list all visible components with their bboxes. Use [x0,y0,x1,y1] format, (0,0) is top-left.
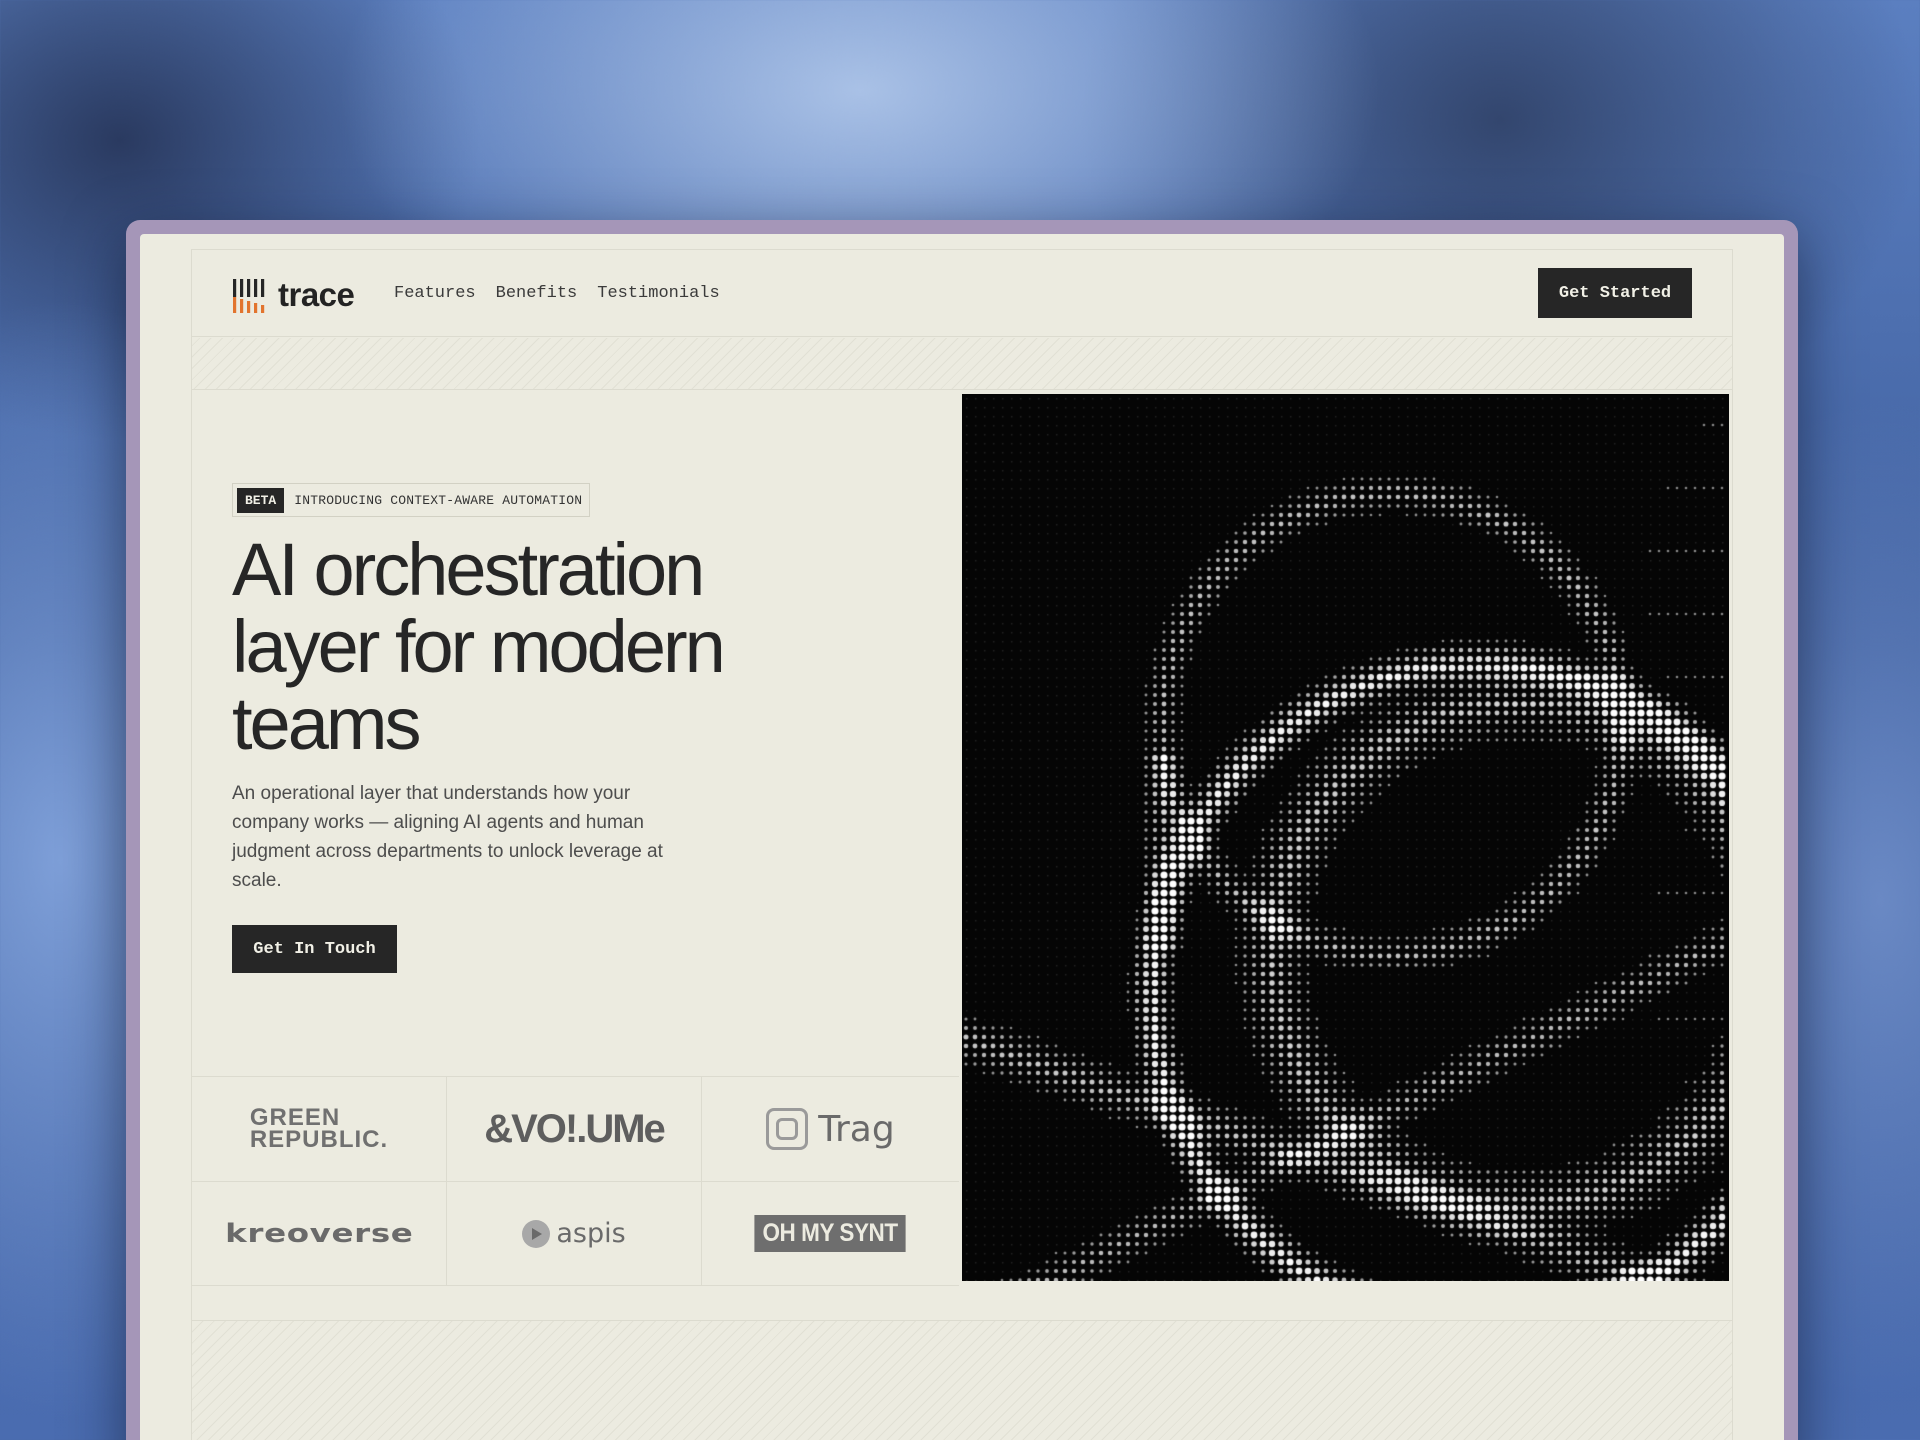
logo-volume-text: &VO!.UMe [484,1106,666,1151]
browser-viewport: trace Features Benefits Testimonials Get… [140,234,1784,1440]
get-in-touch-button[interactable]: Get In Touch [232,925,397,973]
aspis-play-icon [522,1219,551,1248]
logo-aspis-text: aspis [556,1218,626,1249]
logo-aspis: aspis [447,1182,702,1286]
client-logos-grid: GREEN REPUBLIC. &VO!.UMe Trag kreoverse [192,1076,959,1320]
brand-logo[interactable]: trace [232,276,355,314]
trag-logo-icon [766,1108,809,1150]
brand-name: trace [278,276,355,313]
hero-subtext: An operational layer that understands ho… [232,783,663,891]
nav-link-testimonials[interactable]: Testimonials [597,284,719,303]
logo-synt-text: OH MY SYNT [754,1215,907,1252]
beta-tag: BETA [237,487,285,513]
nav-link-benefits[interactable]: Benefits [496,284,578,303]
landing-page: trace Features Benefits Testimonials Get… [191,249,1733,1440]
logo-kreoverse-text: kreoverse [224,1218,414,1249]
logo-bars-icon [233,279,265,313]
nav-links: Features Benefits Testimonials [394,284,720,303]
announcement-badge[interactable]: BETA INTRODUCING CONTEXT-AWARE AUTOMATIO… [232,483,590,517]
hero-dithered-image [962,394,1729,1281]
logo-volume: &VO!.UMe [447,1077,702,1182]
logo-trag: Trag [702,1077,959,1182]
headline-line-2: layer for modern [232,605,726,688]
nav-link-features[interactable]: Features [394,284,476,303]
get-started-button[interactable]: Get Started [1538,268,1692,318]
logo-trag-text: Trag [818,1108,895,1150]
logo-kreoverse: kreoverse [192,1182,447,1286]
logo-green-line-2: REPUBLIC. [249,1126,389,1153]
badge-text: INTRODUCING CONTEXT-AWARE AUTOMATION [294,492,583,508]
hatched-divider-bottom [192,1320,1732,1440]
headline-line-3: teams [232,682,422,765]
logo-green-republic: GREEN REPUBLIC. [192,1077,447,1182]
hero-headline: AI orchestration layer for modern teams [232,531,872,762]
hatched-divider-top [192,338,1732,390]
headline-line-1: AI orchestration [232,528,705,611]
top-navigation: trace Features Benefits Testimonials Get… [192,249,1732,337]
logo-oh-my-synt: OH MY SYNT [702,1182,959,1286]
